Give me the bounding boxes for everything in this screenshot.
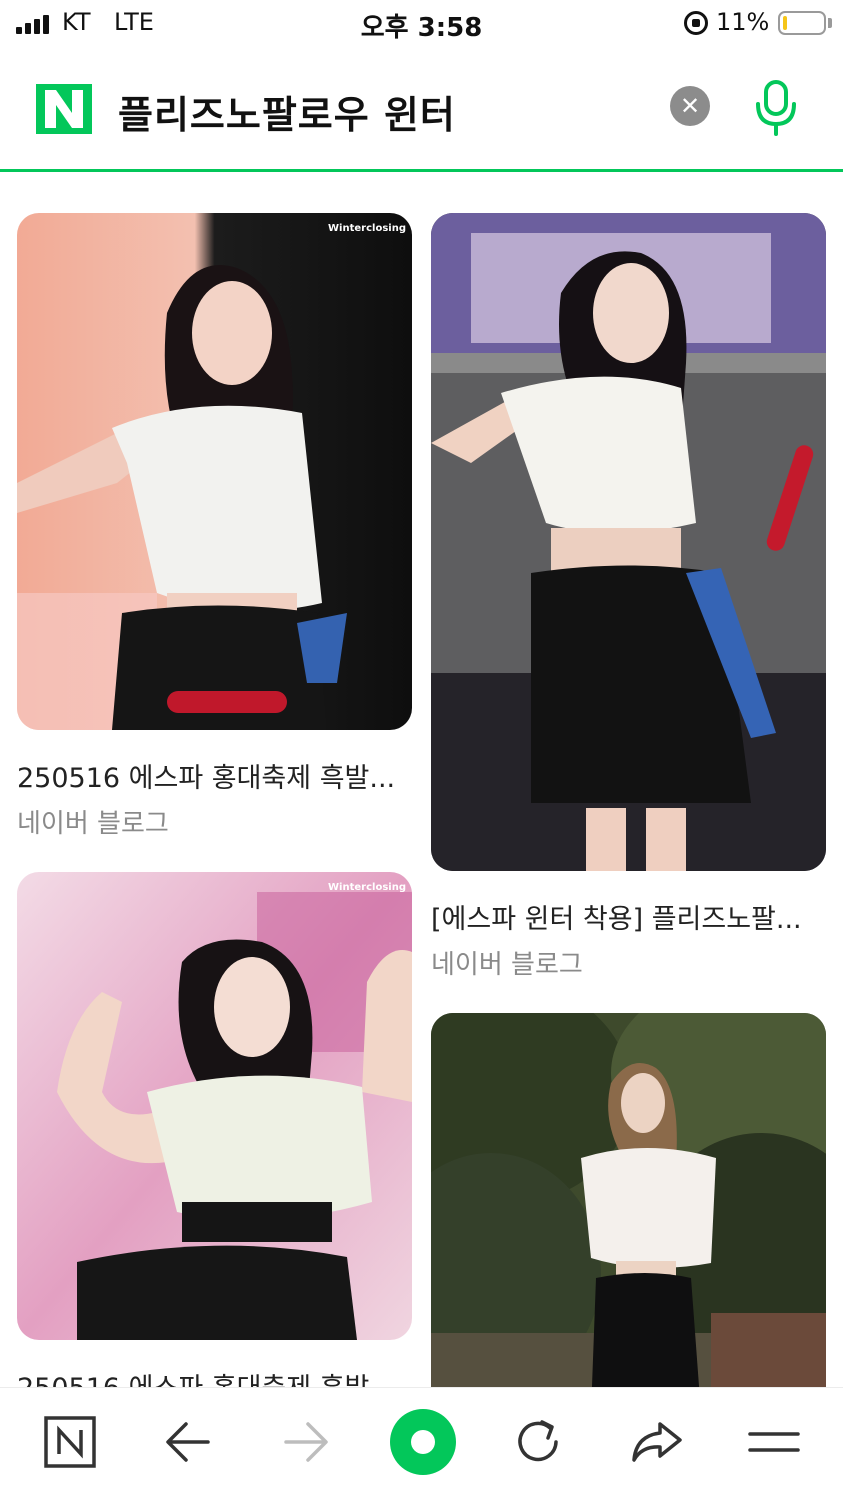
arrow-left-icon (166, 1422, 210, 1462)
naver-home-icon (44, 1416, 96, 1468)
result-thumbnail[interactable] (431, 213, 826, 871)
back-button[interactable] (156, 1410, 220, 1474)
result-title[interactable]: [에스파 윈터 착용] 플리즈노팔... (431, 897, 826, 936)
share-button[interactable] (624, 1410, 688, 1474)
battery-cap (828, 18, 832, 28)
menu-button[interactable] (742, 1410, 806, 1474)
status-bar: KT LTE 오후 3:58 11% (0, 0, 843, 48)
microphone-icon (756, 80, 796, 136)
green-dot-icon (390, 1409, 456, 1475)
battery-percent: 11% (716, 8, 770, 36)
result-card[interactable] (431, 1013, 826, 1387)
image-results-feed[interactable]: Winterclosing 250516 에스파 홍대축제 흑발... 네이버 … (0, 175, 843, 1387)
search-input[interactable]: 플리즈노팔로우 윈터 (118, 84, 456, 139)
result-thumbnail[interactable]: Winterclosing (17, 872, 412, 1340)
result-card[interactable]: Winterclosing 250516 에스파 홍대축제 흑발... (17, 872, 412, 1387)
search-bar: 플리즈노팔로우 윈터 ✕ (0, 48, 843, 172)
bottom-toolbar (0, 1387, 843, 1500)
share-icon (632, 1422, 682, 1462)
rotation-lock-icon (684, 11, 708, 35)
battery-icon (778, 11, 826, 35)
watermark-text: Winterclosing (328, 223, 406, 234)
menu-icon (748, 1432, 800, 1452)
naver-logo-icon[interactable] (36, 84, 92, 134)
forward-button[interactable] (274, 1410, 338, 1474)
home-button[interactable] (38, 1410, 102, 1474)
result-source[interactable]: 네이버 블로그 (17, 803, 412, 840)
watermark-text: Winterclosing (328, 882, 406, 893)
reload-icon (518, 1420, 558, 1462)
result-card[interactable]: [에스파 윈터 착용] 플리즈노팔... 네이버 블로그 (431, 213, 826, 981)
result-card[interactable]: Winterclosing 250516 에스파 홍대축제 흑발... 네이버 … (17, 213, 412, 840)
result-source[interactable]: 네이버 블로그 (431, 944, 826, 981)
result-thumbnail[interactable]: Winterclosing (17, 213, 412, 730)
reload-button[interactable] (506, 1410, 570, 1474)
clear-search-button[interactable]: ✕ (670, 86, 710, 126)
close-icon: ✕ (679, 92, 701, 120)
green-dot-button[interactable] (388, 1407, 458, 1477)
result-title[interactable]: 250516 에스파 홍대축제 흑발... (17, 756, 412, 795)
result-thumbnail[interactable] (431, 1013, 826, 1387)
battery-level (783, 16, 787, 30)
arrow-right-icon (284, 1422, 328, 1462)
result-title[interactable]: 250516 에스파 홍대축제 흑발... (17, 1366, 412, 1387)
voice-search-button[interactable] (750, 78, 802, 138)
